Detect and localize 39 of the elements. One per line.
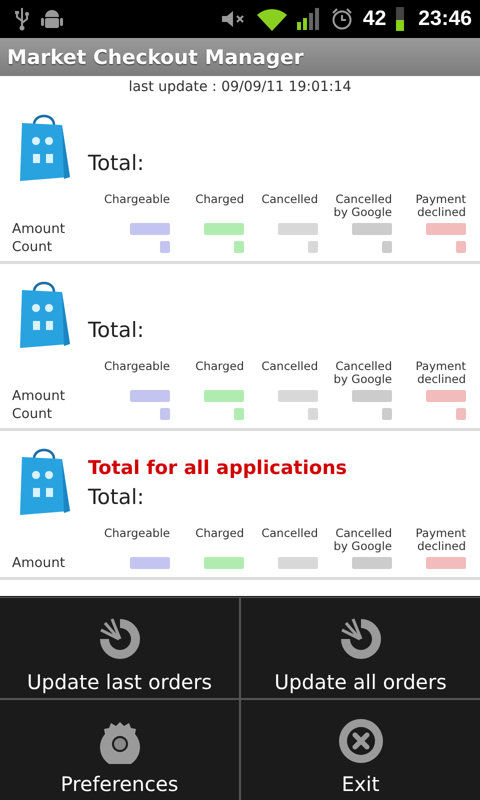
column-header: Charged <box>194 360 245 373</box>
menu-item[interactable]: Update last orders <box>0 598 239 698</box>
column-header: Chargeable <box>103 193 171 206</box>
total-label: Total: <box>88 318 144 342</box>
menu-item[interactable]: Exit <box>241 700 480 800</box>
alarm-clock-icon <box>330 8 353 30</box>
column-header: Cancelled by Google <box>332 193 393 219</box>
android-icon <box>40 8 64 30</box>
menu-item[interactable]: Preferences <box>0 700 239 800</box>
column-header: Charged <box>194 527 245 540</box>
battery-icon <box>396 7 404 31</box>
window-title: Market Checkout Manager <box>7 45 304 69</box>
column-header: Charged <box>194 193 245 206</box>
row-label: Count <box>12 406 54 422</box>
column-header: Chargeable <box>103 527 171 540</box>
row-label: Amount <box>12 388 66 404</box>
column-header: Chargeable <box>103 360 171 373</box>
clock-time: 23:46 <box>418 7 472 31</box>
section-title: Total for all applications <box>88 457 347 479</box>
column-header: Cancelled <box>260 360 319 373</box>
row-label: Count <box>12 239 54 255</box>
column-header: Cancelled by Google <box>332 527 393 553</box>
total-label: Total: <box>88 485 146 509</box>
column-header: Cancelled <box>260 193 319 206</box>
column-header: Payment declined <box>414 193 467 219</box>
row-label: Amount <box>12 221 66 237</box>
close-icon <box>338 718 384 764</box>
column-header: Cancelled <box>260 527 319 540</box>
wifi-icon <box>256 7 287 31</box>
battery-percentage: 42 <box>362 7 386 31</box>
column-header: Cancelled by Google <box>332 360 393 386</box>
column-header: Payment declined <box>414 527 467 553</box>
signal-icon <box>296 8 321 30</box>
usb-icon <box>14 7 30 31</box>
total-label: Total: <box>88 151 144 175</box>
column-header: Payment declined <box>414 360 467 386</box>
last-update-text: last update : 09/09/11 19:01:14 <box>128 78 352 97</box>
row-label: Amount <box>12 555 66 571</box>
menu-item[interactable]: Update all orders <box>241 598 480 698</box>
